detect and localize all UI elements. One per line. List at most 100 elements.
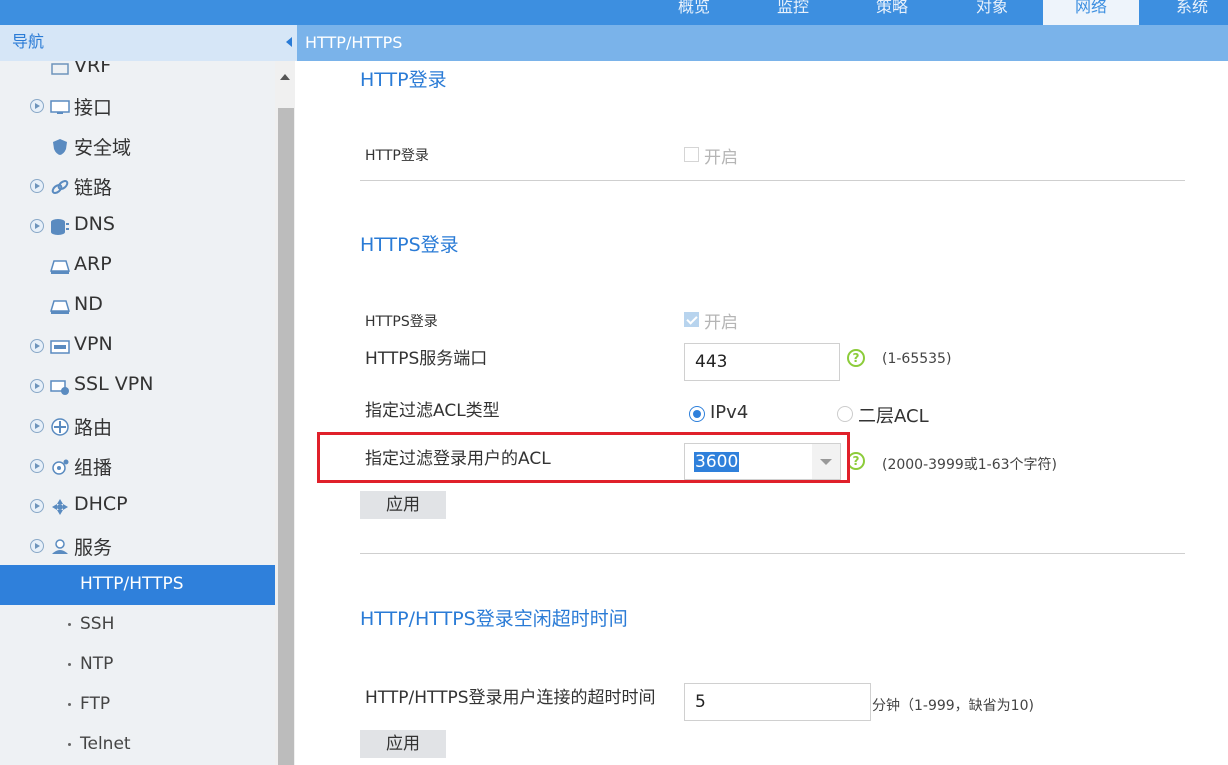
sidebar-subitem-label: NTP [80, 654, 114, 674]
http-login-checkbox[interactable] [684, 147, 699, 162]
bullet-icon [68, 703, 71, 706]
sidebar-item-link[interactable]: 链路 [0, 165, 275, 205]
sidebar-item-service[interactable]: 服务 [0, 525, 275, 565]
https-apply-button[interactable]: 应用 [360, 491, 446, 519]
http-section-title: HTTP登录 [360, 69, 447, 91]
bullet-icon [68, 623, 71, 626]
expand-icon[interactable] [30, 99, 44, 113]
arp-icon [49, 258, 71, 274]
tab-policy[interactable]: 策略 [844, 0, 940, 25]
sidebar-item-label: 组播 [74, 457, 113, 479]
sslvpn-icon [50, 378, 70, 395]
sidebar-item-vrf[interactable]: VRF [0, 61, 275, 87]
scroll-up-arrow-icon[interactable] [280, 74, 290, 80]
http-login-checkbox-label: 开启 [704, 148, 738, 168]
https-login-checkbox[interactable] [684, 312, 699, 327]
https-login-label: HTTPS登录 [365, 314, 438, 330]
interface-icon [50, 98, 70, 114]
sidebar-subitem-ssh[interactable]: SSH [0, 605, 275, 645]
expand-icon[interactable] [30, 419, 44, 433]
sidebar-subitem-ntp[interactable]: NTP [0, 645, 275, 685]
https-port-input[interactable]: 443 [684, 343, 840, 381]
sidebar-item-label: ARP [74, 253, 112, 275]
link-icon [50, 178, 70, 194]
red-highlight-box [317, 432, 850, 483]
expand-icon[interactable] [30, 219, 44, 233]
acl-hint: (2000-3999或1-63个字符) [882, 457, 1058, 473]
expand-icon[interactable] [30, 339, 44, 353]
database-icon [50, 218, 70, 235]
sidebar-item-security-zone[interactable]: 安全域 [0, 125, 275, 165]
tab-object[interactable]: 对象 [944, 0, 1040, 25]
sidebar-item-nd[interactable]: ND [0, 285, 275, 325]
vrf-icon [50, 61, 70, 76]
sidebar-item-label: ND [74, 293, 103, 315]
acl-type-label: 指定过滤ACL类型 [365, 401, 500, 421]
sidebar-subitem-label: Telnet [80, 734, 131, 754]
expand-icon[interactable] [30, 179, 44, 193]
tab-network[interactable]: 网络 [1043, 0, 1139, 25]
sidebar-item-multicast[interactable]: 组播 [0, 445, 275, 485]
scrollbar-thumb[interactable] [278, 108, 294, 765]
timeout-label: HTTP/HTTPS登录用户连接的超时时间 [365, 688, 656, 708]
route-icon [50, 418, 70, 436]
sidebar-item-interface[interactable]: 接口 [0, 85, 275, 125]
expand-icon[interactable] [30, 459, 44, 473]
sidebar-item-ssl-vpn[interactable]: SSL VPN [0, 365, 275, 405]
sidebar-item-label: VPN [74, 333, 113, 355]
section-divider [360, 180, 1185, 181]
main-content: HTTP登录 HTTP登录 开启 HTTPS登录 HTTPS登录 开启 HTTP… [297, 61, 1228, 765]
sidebar-item-routing[interactable]: 路由 [0, 405, 275, 445]
acl-type-layer2-radio[interactable] [837, 406, 853, 422]
timeout-hint: 分钟（1-999，缺省为10) [872, 698, 1034, 714]
top-navigation-bar: 概览 监控 策略 对象 网络 系统 [0, 0, 1228, 25]
expand-icon[interactable] [30, 499, 44, 513]
sidebar-subitem-label: FTP [80, 694, 111, 714]
multicast-icon [50, 458, 70, 475]
sidebar-item-label: 路由 [74, 417, 113, 439]
sidebar-item-label: 链路 [74, 177, 113, 199]
sidebar-subitem-http-https[interactable]: HTTP/HTTPS [0, 565, 275, 605]
sidebar-item-label: 安全域 [74, 137, 132, 159]
tab-monitor[interactable]: 监控 [745, 0, 841, 25]
collapse-sidebar-button[interactable] [283, 25, 297, 61]
sidebar-subitem-label: SSH [80, 614, 115, 634]
service-icon [50, 538, 70, 554]
page-title: HTTP/HTTPS [297, 25, 1228, 61]
sidebar-item-dns[interactable]: DNS [0, 205, 275, 245]
expand-icon[interactable] [30, 539, 44, 553]
sidebar-item-label: DNS [74, 213, 115, 235]
tab-overview[interactable]: 概览 [646, 0, 742, 25]
acl-type-ipv4-label: IPv4 [710, 402, 749, 423]
sidebar-subitem-label: HTTP/HTTPS [80, 574, 184, 594]
expand-icon[interactable] [30, 379, 44, 393]
sidebar-item-label: DHCP [74, 493, 128, 515]
timeout-section-title: HTTP/HTTPS登录空闲超时时间 [360, 608, 628, 630]
vpn-icon [50, 338, 70, 354]
dhcp-icon [50, 498, 70, 515]
bullet-icon [68, 743, 71, 746]
timeout-input[interactable]: 5 [684, 683, 871, 721]
https-login-checkbox-label: 开启 [704, 313, 738, 333]
https-port-label: HTTPS服务端口 [365, 349, 488, 369]
nd-icon [49, 298, 71, 314]
https-port-hint: (1-65535) [882, 351, 952, 367]
tab-system[interactable]: 系统 [1144, 0, 1228, 25]
sidebar-item-dhcp[interactable]: DHCP [0, 485, 275, 525]
sidebar-item-label: 服务 [74, 537, 113, 559]
timeout-apply-button[interactable]: 应用 [360, 730, 446, 758]
sidebar-subitem-telnet[interactable]: Telnet [0, 725, 275, 765]
sidebar: VRF 接口 安全域 链路 DNS ARP ND VPN SSL VPN 路由 … [0, 61, 275, 765]
sidebar-subitem-ftp[interactable]: FTP [0, 685, 275, 725]
sidebar-item-arp[interactable]: ARP [0, 245, 275, 285]
http-login-label: HTTP登录 [365, 148, 429, 164]
section-divider [360, 553, 1185, 554]
sidebar-item-vpn[interactable]: VPN [0, 325, 275, 365]
bullet-icon [68, 663, 71, 666]
navigation-header: 导航 [0, 25, 283, 61]
acl-type-ipv4-radio[interactable] [689, 406, 705, 422]
sidebar-item-label: SSL VPN [74, 373, 154, 395]
sidebar-item-label: VRF [74, 61, 112, 77]
sidebar-item-label: 接口 [74, 97, 113, 119]
help-icon[interactable]: ? [847, 349, 865, 367]
